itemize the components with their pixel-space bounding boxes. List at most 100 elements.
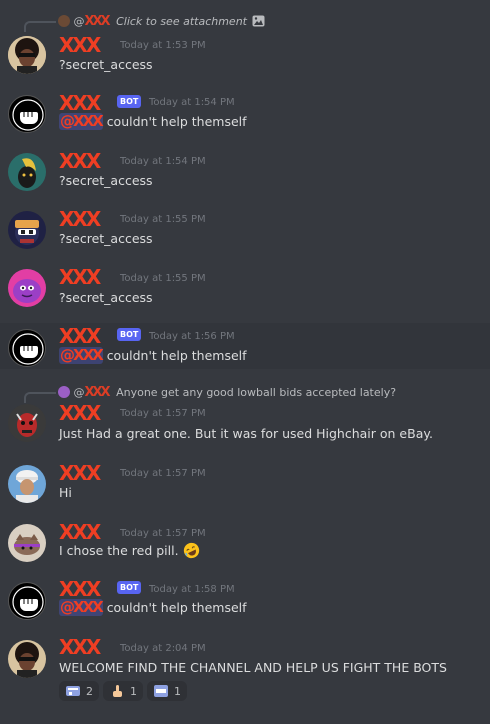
timestamp[interactable]: Today at 2:04 PM [120, 642, 206, 656]
reply-text[interactable]: Click to see attachment [116, 15, 247, 28]
message-body: couldn't help themself [106, 600, 247, 615]
message-item: XXX Today at 1:57 PM I chose the red pil… [0, 517, 490, 569]
message-text: ?secret_access [59, 231, 153, 246]
message-text: Hi [59, 485, 72, 500]
reply-text[interactable]: Anyone get any good lowball bids accepte… [116, 386, 396, 399]
author-name[interactable]: XXX [59, 267, 101, 287]
message-body: couldn't help themself [106, 114, 247, 129]
avatar-pink-blob-icon [8, 269, 46, 307]
message-text: @XXX couldn't help themself [59, 113, 247, 131]
author-name[interactable]: XXX [59, 637, 101, 657]
message-item: @XXX Click to see attachment XXX Today a… [0, 0, 490, 78]
reply-spine [24, 21, 56, 32]
mention-name: @XXX [60, 346, 104, 364]
avatar[interactable] [8, 95, 46, 133]
user-mention[interactable]: @XXX [59, 598, 104, 616]
avatar[interactable] [8, 582, 46, 620]
avatar[interactable] [8, 329, 46, 367]
message-item: XXX BOT Today at 1:56 PM @XXX couldn't h… [0, 323, 490, 369]
message-text: ?secret_access [59, 173, 153, 188]
avatar[interactable] [8, 36, 46, 74]
timestamp[interactable]: Today at 1:55 PM [120, 272, 206, 286]
reaction-count: 1 [130, 684, 137, 698]
message-item: XXX Today at 1:55 PM ?secret_access [0, 262, 490, 314]
timestamp[interactable]: Today at 1:54 PM [149, 96, 235, 110]
reply-mention-prefix: @ [73, 386, 85, 399]
author-name[interactable]: XXX [59, 463, 101, 483]
mention-name: @XXX [60, 112, 104, 130]
message-text: @XXX couldn't help themself [59, 347, 247, 365]
reaction[interactable]: 2 [59, 681, 99, 701]
avatar-blonde-icon [8, 153, 46, 191]
timestamp[interactable]: Today at 1:55 PM [120, 213, 206, 227]
timestamp[interactable]: Today at 1:56 PM [149, 330, 235, 344]
bot-tag: BOT [117, 581, 142, 594]
reaction[interactable]: 1 [147, 681, 187, 701]
author-name[interactable]: XXX [59, 209, 101, 229]
timestamp[interactable]: Today at 1:57 PM [120, 467, 206, 481]
avatar[interactable] [8, 640, 46, 678]
reaction-middle-finger-icon [113, 685, 122, 697]
avatar-white-cap-icon [8, 465, 46, 503]
timestamp[interactable]: Today at 1:57 PM [120, 527, 206, 541]
reaction-count: 2 [86, 684, 93, 698]
message-text: ?secret_access [59, 290, 153, 305]
fist-bot-icon [11, 332, 45, 366]
avatar-red-demon-icon [8, 404, 46, 442]
message-item: XXX BOT Today at 1:58 PM @XXX couldn't h… [0, 575, 490, 625]
avatar-wtf-icon [8, 211, 46, 249]
author-name[interactable]: XXX [59, 579, 101, 599]
reactions-bar: 2 1 1 [59, 681, 187, 701]
reply-preview[interactable]: @XXX Anyone get any good lowball bids ac… [24, 385, 464, 403]
fist-bot-icon [11, 585, 45, 619]
message-text: Just Had a great one. But it was for use… [59, 426, 433, 441]
avatar-afro-icon [8, 36, 46, 74]
timestamp[interactable]: Today at 1:57 PM [120, 407, 206, 421]
user-mention[interactable]: @XXX [59, 346, 104, 364]
reply-author-name[interactable]: XXX [85, 14, 111, 29]
author-name[interactable]: XXX [59, 93, 101, 113]
message-body: I chose the red pill. [59, 543, 179, 558]
author-name[interactable]: XXX [59, 403, 101, 423]
image-attachment-icon [252, 15, 265, 27]
message-text: WELCOME FIND THE CHANNEL AND HELP US FIG… [59, 660, 447, 675]
reaction-count: 1 [174, 684, 181, 698]
avatar[interactable] [8, 269, 46, 307]
message-item: XXX Today at 1:57 PM Hi [0, 458, 490, 508]
message-item: XXX Today at 1:54 PM ?secret_access [0, 146, 490, 196]
bot-tag: BOT [117, 328, 142, 341]
avatar-cat-icon [8, 524, 46, 562]
timestamp[interactable]: Today at 1:54 PM [120, 155, 206, 169]
avatar[interactable] [8, 153, 46, 191]
author-name[interactable]: XXX [59, 35, 101, 55]
reaction-bot-hand-icon [66, 686, 80, 696]
message-item: XXX BOT Today at 1:54 PM @XXX couldn't h… [0, 88, 490, 136]
avatar[interactable] [8, 524, 46, 562]
message-item: XXX Today at 1:55 PM ?secret_access [0, 204, 490, 254]
message-body: couldn't help themself [106, 348, 247, 363]
author-name[interactable]: XXX [59, 522, 101, 542]
mention-name: @XXX [60, 598, 104, 616]
message-item: XXX Today at 2:04 PM WELCOME FIND THE CH… [0, 633, 490, 713]
avatar[interactable] [8, 404, 46, 442]
message-text: I chose the red pill. [59, 542, 200, 560]
message-text: @XXX couldn't help themself [59, 599, 247, 617]
timestamp[interactable]: Today at 1:58 PM [149, 583, 235, 597]
author-name[interactable]: XXX [59, 326, 101, 346]
avatar[interactable] [8, 211, 46, 249]
reaction[interactable]: 1 [103, 681, 143, 701]
fist-bot-icon [11, 98, 45, 132]
reply-author-name[interactable]: XXX [85, 385, 111, 400]
avatar-afro-icon [8, 640, 46, 678]
rofl-emoji-icon[interactable] [183, 542, 200, 559]
timestamp[interactable]: Today at 1:53 PM [120, 39, 206, 53]
bot-tag: BOT [117, 95, 142, 108]
user-mention[interactable]: @XXX [59, 112, 104, 130]
reaction-this-icon [154, 685, 168, 697]
avatar[interactable] [8, 465, 46, 503]
author-name[interactable]: XXX [59, 151, 101, 171]
reply-spine [24, 392, 56, 403]
message-item: @XXX Anyone get any good lowball bids ac… [0, 380, 490, 448]
reply-preview[interactable]: @XXX Click to see attachment [24, 14, 324, 32]
reply-avatar-icon [58, 386, 70, 398]
